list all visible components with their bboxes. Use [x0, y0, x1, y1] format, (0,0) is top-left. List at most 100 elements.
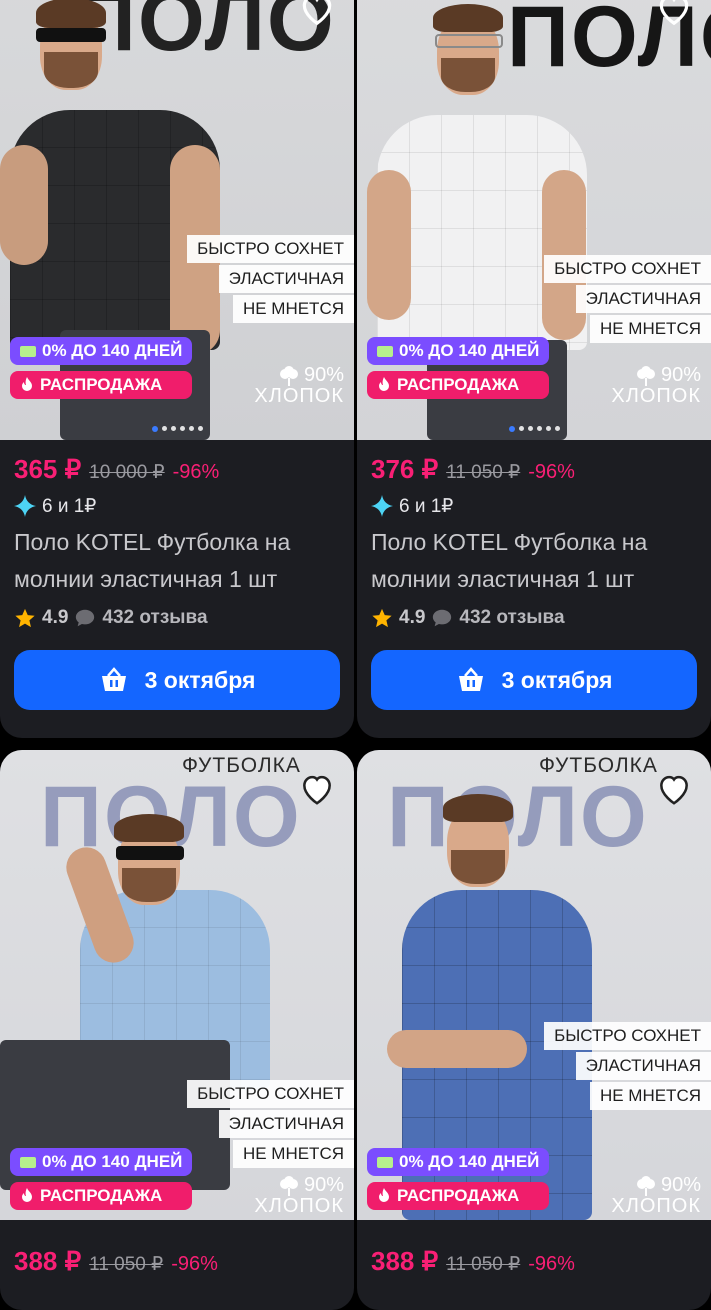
chat-bubble-icon	[76, 609, 95, 627]
discount: -96%	[172, 461, 220, 483]
delivery-date: 3 октября	[501, 666, 613, 693]
pager-dot[interactable]	[179, 426, 185, 431]
card-icon	[20, 345, 36, 357]
basket-icon	[458, 667, 483, 691]
cotton-word: ХЛОПОК	[254, 1195, 344, 1217]
sale-badge-label: РАСПРОДАЖА	[40, 1186, 163, 1205]
product-grid: ПОЛО БЫСТРО СОХНЕТ ЭЛАСТИЧНАЯ НЕ МНЕТСЯ	[0, 0, 711, 1310]
installment-badge-label: 0% ДО 140 ДНЕЙ	[42, 1152, 183, 1171]
pager-dot[interactable]	[518, 426, 524, 431]
star-icon	[372, 608, 392, 628]
sale-badge: РАСПРОДАЖА	[367, 1182, 550, 1210]
product-card[interactable]: ПОЛО БЫСТРО СОХНЕТ ЭЛАСТИЧНАЯ НЕ МНЕТСЯ	[357, 0, 711, 738]
sale-badge-label: РАСПРОДАЖА	[397, 1186, 520, 1205]
reviews-count: 432 отзыва	[102, 607, 208, 628]
pager-dot[interactable]	[508, 426, 515, 432]
pager-dot[interactable]	[536, 426, 542, 431]
discount: -96%	[528, 461, 575, 483]
sale-badge: РАСПРОДАЖА	[10, 371, 193, 399]
old-price: 11 050 ₽	[446, 1254, 521, 1275]
price: 376 ₽	[371, 454, 439, 484]
cotton-label: 90% ХЛОПОК	[611, 1175, 701, 1217]
cotton-word: ХЛОПОК	[254, 385, 344, 407]
cotton-icon	[636, 1175, 655, 1196]
bonus-text: 6 и 1₽	[42, 495, 97, 517]
cotton-word: ХЛОПОК	[611, 1195, 701, 1217]
discount: -96%	[171, 1253, 218, 1275]
cotton-label: 90% ХЛОПОК	[611, 365, 701, 407]
pager-dot[interactable]	[170, 426, 176, 431]
sale-badge: РАСПРОДАЖА	[367, 371, 550, 399]
pager-dot[interactable]	[188, 426, 194, 431]
feature-list: БЫСТРО СОХНЕТ ЭЛАСТИЧНАЯ НЕ МНЕТСЯ	[544, 1022, 711, 1110]
bonus-row: 6 и 1₽	[14, 488, 340, 524]
promo-badges: 0% ДО 140 ДНЕЙ РАСПРОДАЖА	[367, 337, 550, 399]
installment-badge-label: 0% ДО 140 ДНЕЙ	[399, 1152, 540, 1171]
rating-value: 4.9	[42, 607, 69, 628]
price: 388 ₽	[371, 1246, 439, 1276]
price: 365 ₽	[14, 454, 82, 484]
promo-badges: 0% ДО 140 ДНЕЙ РАСПРОДАЖА	[10, 337, 193, 399]
delivery-date: 3 октября	[144, 666, 256, 693]
bonus-text: 6 и 1₽	[399, 495, 454, 517]
feature-list: БЫСТРО СОХНЕТ ЭЛАСТИЧНАЯ НЕ МНЕТСЯ	[187, 1080, 354, 1168]
cotton-percent: 90%	[660, 1174, 701, 1196]
rating-row[interactable]: 4.9 432 отзыва	[14, 598, 340, 638]
pager-dot[interactable]	[151, 426, 158, 432]
fire-icon	[379, 1188, 389, 1202]
promo-badges: 0% ДО 140 ДНЕЙ РАСПРОДАЖА	[367, 1148, 550, 1210]
product-photo[interactable]: ПОЛО БЫСТРО СОХНЕТ ЭЛАСТИЧНАЯ НЕ МНЕТСЯ	[0, 0, 354, 440]
reviews-count: 432 отзыва	[459, 607, 565, 628]
feature-label: НЕ МНЕТСЯ	[589, 315, 711, 343]
fire-icon	[379, 377, 389, 391]
rating-row[interactable]: 4.9 432 отзыва	[371, 598, 697, 638]
installment-badge: 0% ДО 140 ДНЕЙ	[10, 337, 193, 365]
pager-dot[interactable]	[545, 426, 551, 431]
pager-dot[interactable]	[161, 426, 167, 431]
card-icon	[377, 345, 393, 357]
product-photo[interactable]: ПОЛО БЫСТРО СОХНЕТ ЭЛАСТИЧНАЯ НЕ МНЕТСЯ	[357, 0, 711, 440]
sparkle-icon	[14, 495, 36, 517]
product-info: 365 ₽ 10 000 ₽ -96% 6 и 1₽ Поло KOTEL Фу…	[0, 440, 354, 710]
product-card[interactable]: ФУТБОЛКА ПОЛО БЫСТРО СОХНЕТ ЭЛАСТИЧНАЯ Н…	[357, 750, 711, 1310]
product-title[interactable]: Поло KOTEL Футболка на молнии эластичная…	[14, 524, 340, 598]
cotton-label: 90% ХЛОПОК	[254, 365, 344, 407]
delivery-button[interactable]: 3 октября	[371, 650, 697, 710]
pager-dot[interactable]	[197, 426, 203, 431]
rating-value: 4.9	[399, 607, 426, 628]
price-row: 365 ₽ 10 000 ₽ -96%	[14, 454, 340, 488]
sparkle-icon	[371, 495, 393, 517]
feature-label: НЕ МНЕТСЯ	[589, 1082, 711, 1110]
feature-label: НЕ МНЕТСЯ	[232, 295, 354, 323]
pager-dot[interactable]	[527, 426, 533, 431]
pager-dot[interactable]	[554, 426, 560, 431]
product-card[interactable]: ПОЛО БЫСТРО СОХНЕТ ЭЛАСТИЧНАЯ НЕ МНЕТСЯ	[0, 0, 354, 738]
product-info: 376 ₽ 11 050 ₽ -96% 6 и 1₽ Поло KOTEL Фу…	[357, 440, 711, 710]
cotton-label: 90% ХЛОПОК	[254, 1175, 344, 1217]
product-info: 388 ₽ 11 050 ₽ -96%	[0, 1220, 354, 1280]
product-title[interactable]: Поло KOTEL Футболка на молнии эластичная…	[371, 524, 697, 598]
cotton-icon	[279, 365, 298, 386]
product-photo[interactable]: ФУТБОЛКА ПОЛО БЫСТРО СОХНЕТ ЭЛАСТИЧНАЯ Н…	[0, 750, 354, 1220]
sale-badge: РАСПРОДАЖА	[10, 1182, 193, 1210]
installment-badge: 0% ДО 140 ДНЕЙ	[367, 1148, 550, 1176]
feature-label: ЭЛАСТИЧНАЯ	[218, 1110, 354, 1138]
old-price: 11 050 ₽	[446, 462, 521, 483]
image-pager[interactable]	[357, 426, 711, 432]
feature-label: ЭЛАСТИЧНАЯ	[575, 1052, 711, 1080]
fire-icon	[22, 1188, 32, 1202]
sale-badge-label: РАСПРОДАЖА	[40, 375, 163, 394]
feature-label: ЭЛАСТИЧНАЯ	[218, 265, 354, 293]
feature-label: БЫСТРО СОХНЕТ	[544, 1022, 711, 1050]
old-price: 10 000 ₽	[89, 462, 165, 483]
product-photo[interactable]: ФУТБОЛКА ПОЛО БЫСТРО СОХНЕТ ЭЛАСТИЧНАЯ Н…	[357, 750, 711, 1220]
star-icon	[15, 608, 35, 628]
image-pager[interactable]	[0, 426, 354, 432]
delivery-button[interactable]: 3 октября	[14, 650, 340, 710]
price: 388 ₽	[14, 1246, 82, 1276]
cotton-word: ХЛОПОК	[611, 385, 701, 407]
feature-list: БЫСТРО СОХНЕТ ЭЛАСТИЧНАЯ НЕ МНЕТСЯ	[187, 235, 354, 323]
product-card[interactable]: ФУТБОЛКА ПОЛО БЫСТРО СОХНЕТ ЭЛАСТИЧНАЯ Н…	[0, 750, 354, 1310]
price-row: 388 ₽ 11 050 ₽ -96%	[371, 1246, 697, 1280]
old-price: 11 050 ₽	[89, 1254, 164, 1275]
